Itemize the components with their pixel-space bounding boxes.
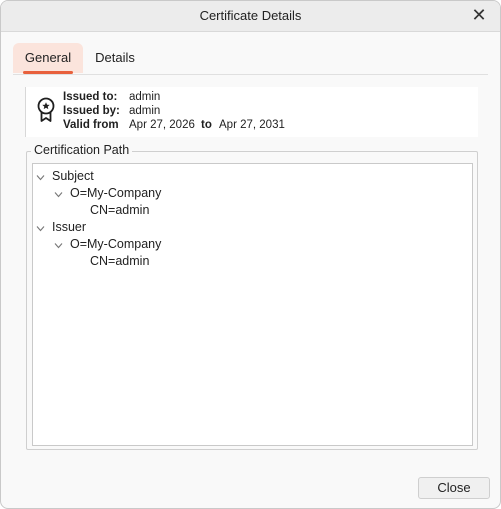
validity-row: Valid from Apr 27, 2026 to Apr 27, 2031 — [63, 119, 285, 131]
issued-to-label: Issued to: — [63, 91, 118, 103]
title-bar: Certificate Details ✕ — [1, 1, 500, 32]
issued-to-value: admin — [129, 91, 161, 103]
certificate-summary: Issued to: admin Issued by: admin Valid … — [25, 87, 478, 137]
valid-to-value: Apr 27, 2031 — [219, 119, 285, 131]
tab-divider — [13, 74, 488, 75]
tree-node-label: CN=admin — [90, 254, 150, 268]
close-button[interactable]: Close — [418, 477, 490, 499]
certificate-badge-icon — [37, 97, 55, 122]
issued-to-row: Issued to: admin — [63, 91, 160, 103]
tab-general-label: General — [24, 50, 72, 65]
certification-path-tree[interactable]: Subject O=My-Company CN=admin Issuer O=M… — [32, 163, 473, 446]
close-icon[interactable]: ✕ — [470, 6, 488, 24]
certification-path-legend: Certification Path — [31, 143, 133, 157]
chevron-down-icon[interactable] — [54, 241, 63, 250]
valid-to-label: to — [201, 119, 212, 131]
tree-node-label: O=My-Company — [70, 237, 162, 251]
certification-path-group: Certification Path Subject O=My-Company … — [26, 143, 478, 450]
tree-node-label: O=My-Company — [70, 186, 162, 200]
tree-node-label: CN=admin — [90, 203, 150, 217]
tab-details[interactable]: Details — [89, 43, 141, 73]
tab-general[interactable]: General — [13, 43, 83, 74]
issued-by-value: admin — [129, 105, 161, 117]
chevron-down-icon[interactable] — [54, 190, 63, 199]
chevron-down-icon[interactable] — [36, 173, 45, 182]
valid-from-value: Apr 27, 2026 — [129, 119, 195, 131]
chevron-down-icon[interactable] — [36, 224, 45, 233]
window-title: Certificate Details — [199, 8, 302, 23]
tree-node-label: Issuer — [52, 220, 87, 234]
valid-from-label: Valid from — [63, 119, 119, 131]
certificate-details-dialog: Certificate Details ✕ General Details Is… — [0, 0, 501, 509]
issued-by-row: Issued by: admin — [63, 105, 160, 117]
tree-node-label: Subject — [52, 169, 94, 183]
tab-details-label: Details — [95, 50, 135, 65]
issued-by-label: Issued by: — [63, 105, 120, 117]
